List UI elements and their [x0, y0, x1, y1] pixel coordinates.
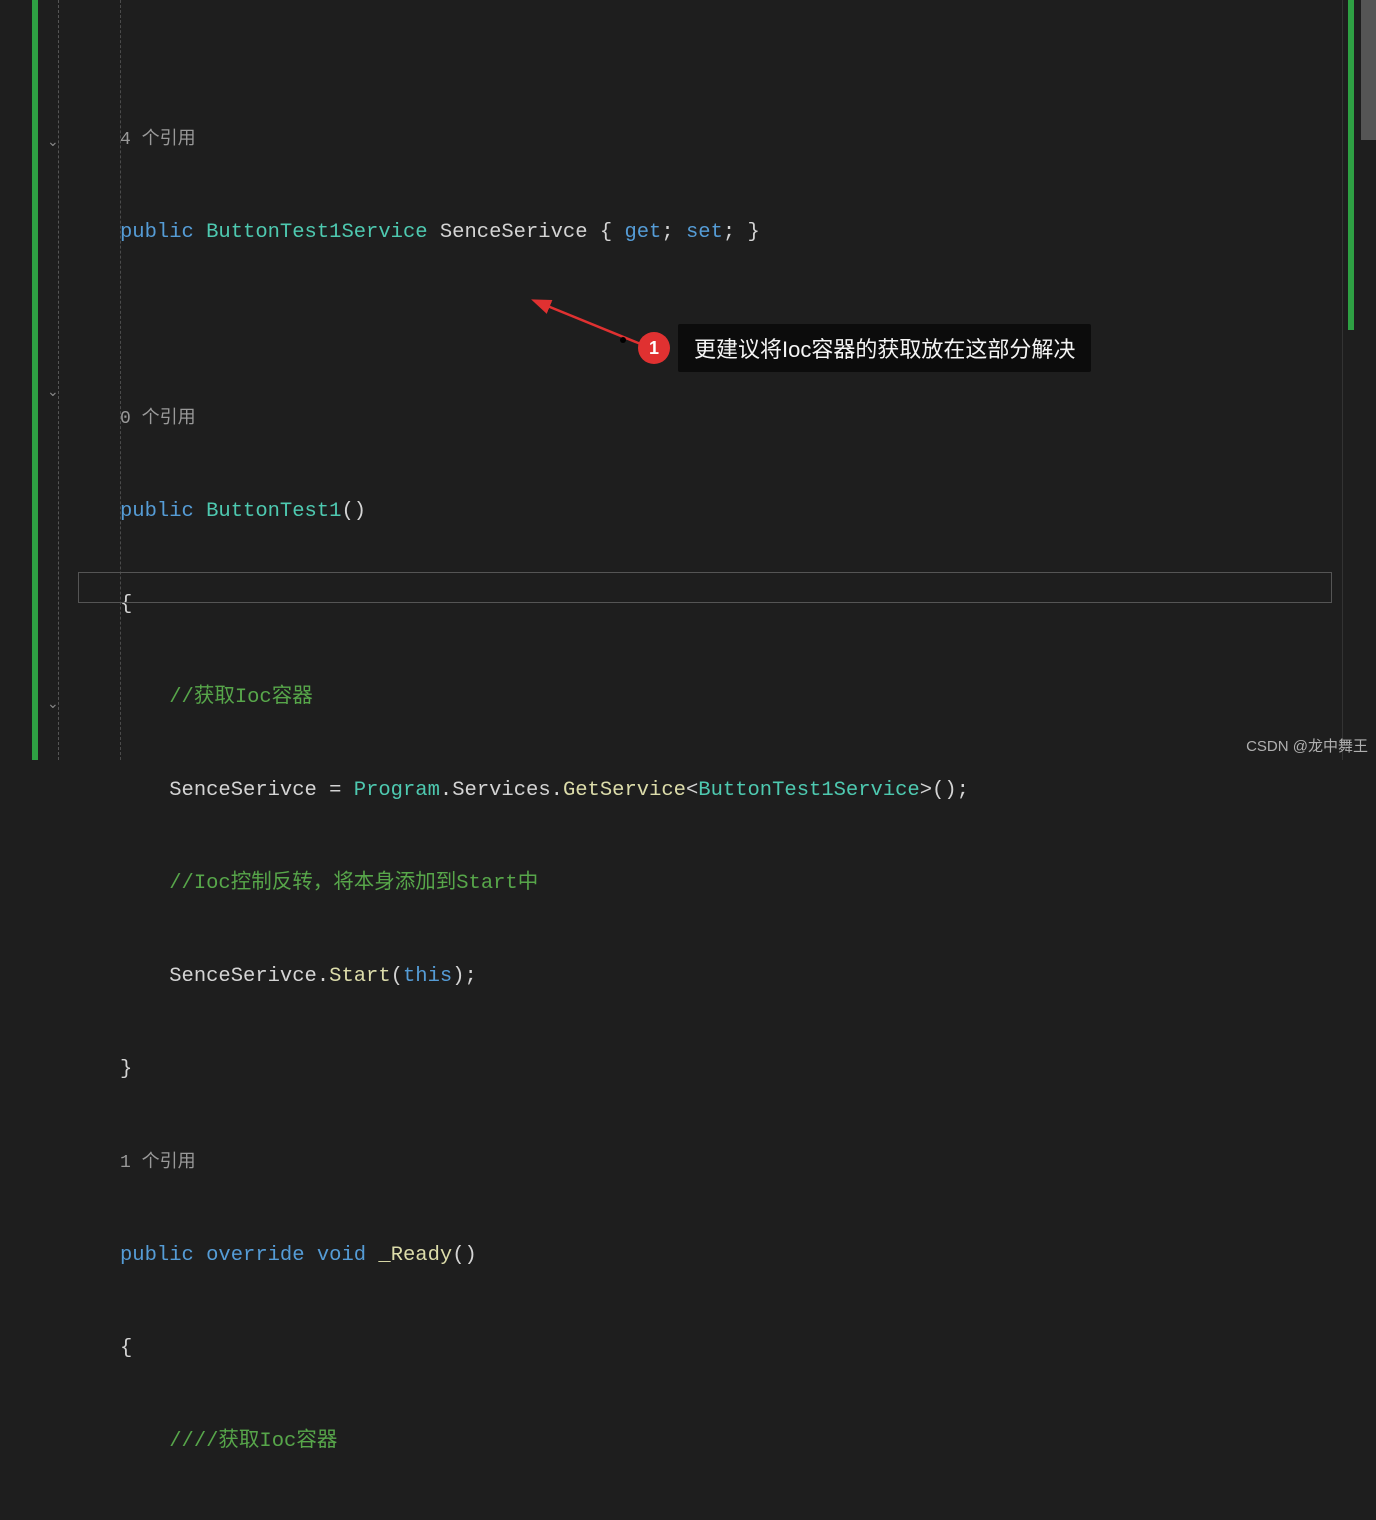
fold-icon[interactable]: ⌄ [47, 696, 65, 714]
code-editor[interactable]: ⌄ ⌄ ⌄ 4 个引用 public ButtonTest1Service Se… [0, 0, 1376, 760]
code-line[interactable]: ////获取Ioc容器 [78, 1426, 1342, 1457]
fold-icon[interactable]: ⌄ [47, 384, 65, 402]
code-line[interactable]: //SenceSerivce = Program.Services.GetSer… [78, 1519, 1342, 1520]
gutter: ⌄ ⌄ ⌄ [0, 0, 78, 760]
minimap-change-marker [1348, 0, 1354, 330]
codelens-refs[interactable]: 0 个引用 [120, 409, 196, 429]
code-area[interactable]: 4 个引用 public ButtonTest1Service SenceSer… [78, 0, 1342, 760]
code-line[interactable]: { [78, 1333, 1342, 1364]
annotation-badge: 1 [638, 332, 670, 364]
code-line[interactable]: { [78, 589, 1342, 620]
scrollbar-thumb[interactable] [1361, 0, 1376, 140]
watermark: CSDN @龙中舞王 [1246, 735, 1368, 756]
minimap[interactable] [1342, 0, 1376, 760]
annotation-callout: 1 更建议将Ioc容器的获取放在这部分解决 [638, 324, 1091, 372]
code-line[interactable]: } [78, 1054, 1342, 1085]
codelens-refs[interactable]: 1 个引用 [120, 1153, 196, 1173]
code-line[interactable]: SenceSerivce = Program.Services.GetServi… [78, 775, 1342, 806]
annotation-text: 更建议将Ioc容器的获取放在这部分解决 [678, 324, 1091, 372]
scrollbar-track[interactable] [1361, 0, 1376, 760]
code-line[interactable]: public override void _Ready() [78, 1240, 1342, 1271]
code-line[interactable]: //获取Ioc容器 [78, 682, 1342, 713]
fold-icon[interactable]: ⌄ [47, 134, 65, 152]
code-line[interactable]: SenceSerivce.Start(this); [78, 961, 1342, 992]
change-marker [32, 0, 38, 760]
codelens-refs[interactable]: 4 个引用 [120, 130, 196, 150]
indent-guide [120, 0, 121, 760]
indent-guide-0 [58, 0, 59, 760]
code-line[interactable]: public ButtonTest1Service SenceSerivce {… [78, 217, 1342, 248]
annotation-anchor-dot [620, 337, 626, 343]
code-line[interactable]: //Ioc控制反转，将本身添加到Start中 [78, 868, 1342, 899]
code-line[interactable]: public ButtonTest1() [78, 496, 1342, 527]
